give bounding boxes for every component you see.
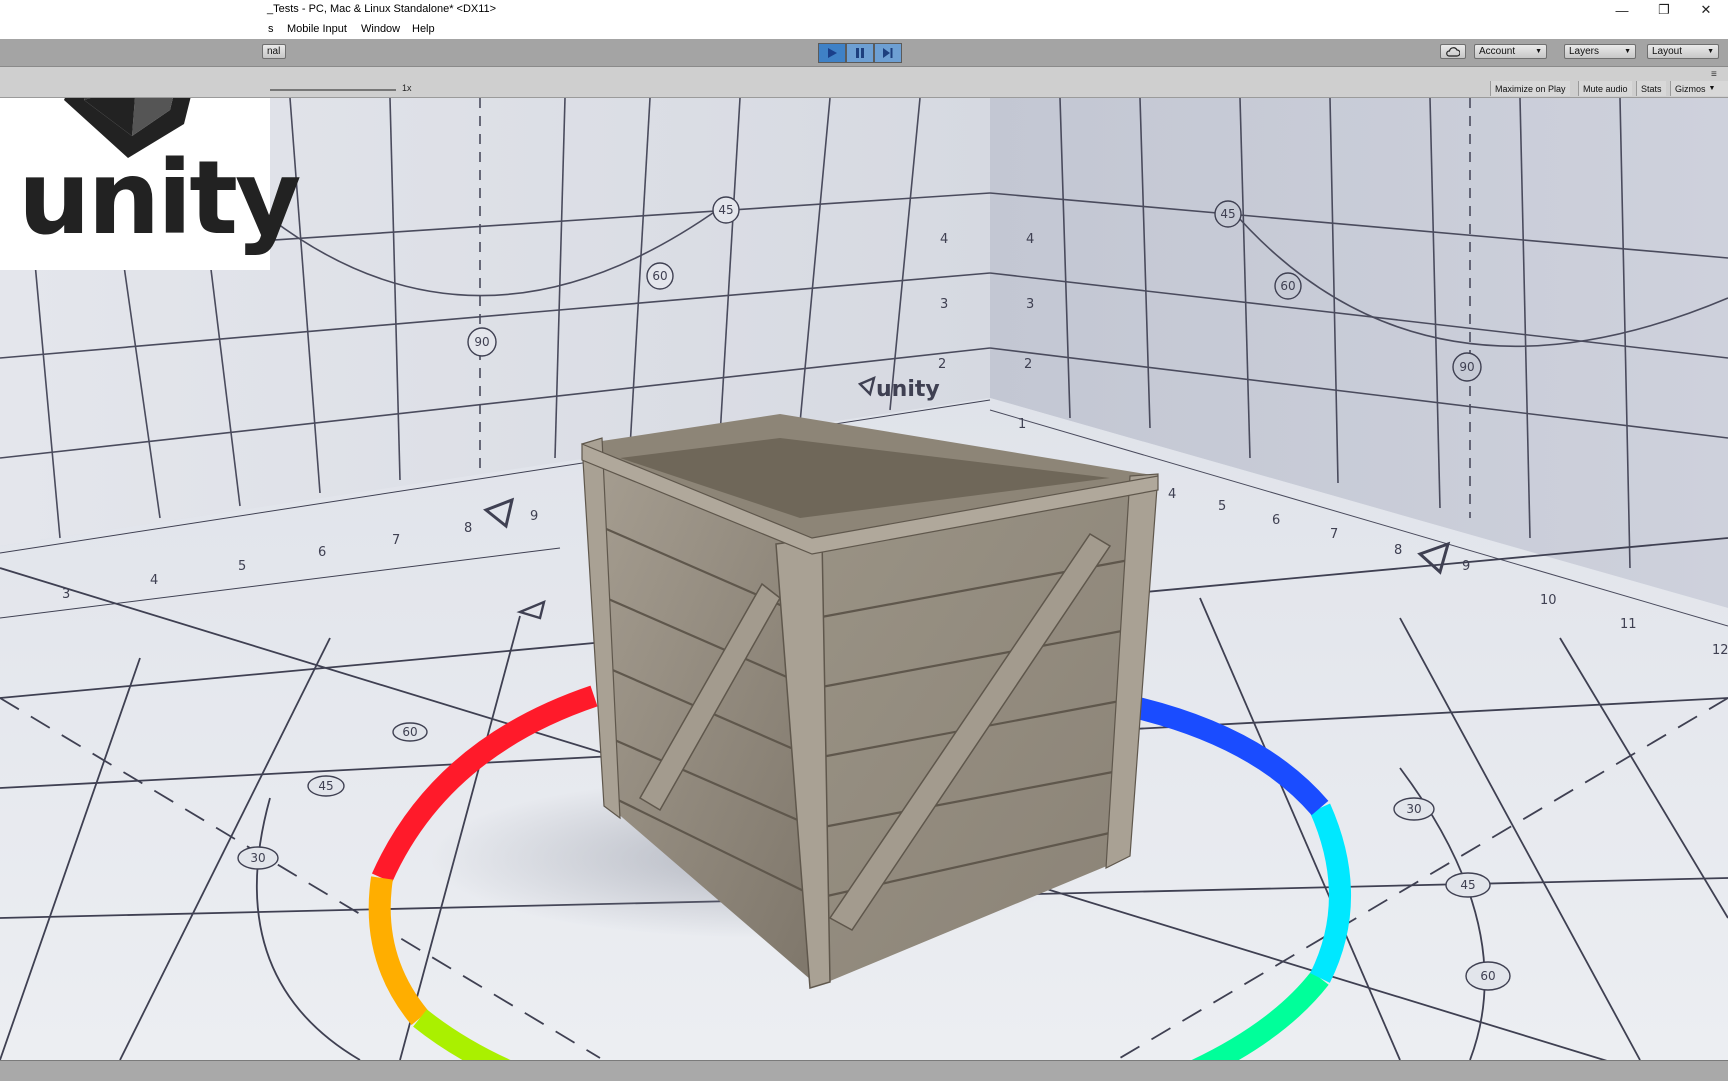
svg-text:60: 60 (652, 269, 667, 283)
svg-text:2: 2 (938, 357, 946, 372)
cloud-icon (1446, 46, 1460, 57)
gizmos-button[interactable]: Gizmos ▼ (1670, 81, 1728, 96)
svg-text:4: 4 (150, 573, 158, 588)
svg-text:7: 7 (1330, 527, 1338, 542)
gizmos-label: Gizmos (1675, 83, 1706, 94)
svg-text:60: 60 (402, 725, 417, 739)
restore-icon[interactable]: ❐ (1642, 0, 1686, 20)
svg-text:8: 8 (1394, 543, 1402, 558)
svg-text:90: 90 (474, 335, 489, 349)
svg-text:60: 60 (1480, 969, 1495, 983)
stats-button[interactable]: Stats (1636, 81, 1666, 96)
svg-text:unity: unity (876, 377, 940, 402)
scale-slider[interactable] (270, 89, 396, 91)
layers-dropdown[interactable]: Layers ▼ (1564, 44, 1636, 59)
svg-text:3: 3 (940, 297, 948, 312)
layout-dropdown[interactable]: Layout ▼ (1647, 44, 1719, 59)
status-bar (0, 1060, 1728, 1081)
unity-wordmark: unity (18, 139, 301, 258)
svg-text:6: 6 (318, 545, 326, 560)
cloud-button[interactable] (1440, 44, 1466, 59)
svg-text:4: 4 (1026, 232, 1034, 247)
svg-text:11: 11 (1620, 617, 1637, 632)
chevron-down-icon: ▼ (1535, 48, 1542, 55)
svg-text:10: 10 (1540, 593, 1557, 608)
panel-menu-icon[interactable]: ≡ (1711, 69, 1717, 80)
svg-text:45: 45 (718, 203, 733, 217)
svg-text:7: 7 (392, 533, 400, 548)
close-icon[interactable]: ✕ (1684, 0, 1728, 20)
pause-button[interactable] (846, 43, 874, 63)
svg-text:1: 1 (1018, 417, 1026, 432)
svg-text:3: 3 (1026, 297, 1034, 312)
svg-text:8: 8 (464, 521, 472, 536)
step-icon (883, 48, 893, 58)
svg-text:4: 4 (940, 232, 948, 247)
svg-text:9: 9 (530, 509, 538, 524)
svg-text:2: 2 (1024, 357, 1032, 372)
play-button[interactable] (818, 43, 846, 63)
svg-text:6: 6 (1272, 513, 1280, 528)
layers-label: Layers (1569, 46, 1600, 57)
menu-item-help[interactable]: Help (412, 23, 435, 35)
menu-item-window[interactable]: Window (361, 23, 400, 35)
play-icon (828, 48, 837, 58)
svg-text:45: 45 (1220, 207, 1235, 221)
chevron-down-icon: ▼ (1708, 85, 1716, 92)
game-viewport[interactable]: 3 4 5 6 7 8 9 4 3 2 45 60 90 unity 4 5 6… (0, 98, 1728, 1060)
menu-bar: s Mobile Input Window Help (0, 20, 1728, 39)
title-bar: _Tests - PC, Mac & Linux Standalone* <DX… (0, 0, 1728, 20)
svg-text:5: 5 (238, 559, 246, 574)
play-controls (818, 43, 904, 63)
layout-label: Layout (1652, 46, 1683, 57)
scale-label: 1x (402, 83, 412, 93)
pause-icon (856, 48, 864, 58)
svg-text:12: 12 (1712, 643, 1728, 658)
step-button[interactable] (874, 43, 902, 63)
svg-text:30: 30 (1406, 802, 1421, 816)
chevron-down-icon: ▼ (1624, 48, 1631, 55)
svg-text:45: 45 (318, 779, 333, 793)
maximize-on-play-button[interactable]: Maximize on Play (1490, 81, 1570, 96)
svg-text:90: 90 (1459, 360, 1474, 374)
svg-text:60: 60 (1280, 279, 1295, 293)
chevron-down-icon: ▼ (1707, 48, 1714, 55)
menu-item-mobile-input[interactable]: Mobile Input (287, 23, 347, 35)
account-label: Account (1479, 46, 1516, 57)
svg-text:4: 4 (1168, 487, 1176, 502)
minimize-icon[interactable]: — (1600, 0, 1644, 20)
account-dropdown[interactable]: Account ▼ (1474, 44, 1547, 59)
svg-text:30: 30 (250, 851, 265, 865)
svg-text:45: 45 (1460, 878, 1475, 892)
game-view-toolbar: 1x Maximize on Play Mute audio Stats Giz… (0, 67, 1728, 98)
pivot-mode-button[interactable]: nal (262, 44, 286, 59)
svg-text:5: 5 (1218, 499, 1226, 514)
mute-audio-button[interactable]: Mute audio (1578, 81, 1632, 96)
unity-logo-panel: unity (0, 98, 301, 270)
menu-item-partial[interactable]: s (268, 23, 274, 35)
window-title: _Tests - PC, Mac & Linux Standalone* <DX… (267, 3, 497, 15)
